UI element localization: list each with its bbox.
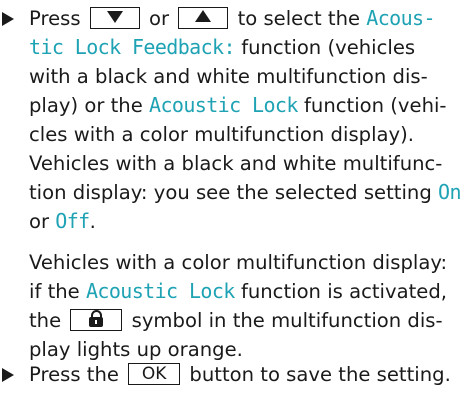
function-name: Acoustic Lock (149, 93, 298, 117)
text: cles with a color multifunction display)… (29, 123, 415, 146)
note-line-1: Vehicles with a color multifunction disp… (29, 248, 447, 277)
arrow-bullet-icon (2, 12, 14, 26)
step1-line-8: or Off. (29, 207, 96, 236)
triangle-up-icon (195, 10, 212, 22)
text: function (vehicles (241, 36, 416, 59)
text: function is activated, (240, 280, 447, 303)
text: symbol in the multifunction dis- (131, 309, 443, 332)
text: Press the (29, 363, 119, 386)
lock-symbol-box (70, 308, 123, 331)
text: tion display: you see the selected setti… (29, 181, 432, 204)
manual-page: Press or to select the Acous- tic Lock F… (0, 0, 465, 395)
text: play lights up orange. (29, 338, 243, 361)
text: to select the (237, 7, 361, 30)
lock-icon (88, 310, 104, 328)
step1-line-3: with a black and white multifunction dis… (29, 62, 428, 91)
step1-line-5: cles with a color multifunction display)… (29, 120, 414, 149)
step1-line-6: Vehicles with a black and white multifun… (29, 149, 442, 178)
step1-line-2: tic Lock Feedback: function (vehicles (29, 33, 415, 62)
text: the (29, 309, 62, 332)
triangle-down-icon (106, 11, 123, 23)
text: Press (29, 7, 81, 30)
text: or (29, 210, 50, 233)
arrow-bullet-icon (2, 368, 14, 382)
step1-line-4: play) or the Acoustic Lock function (veh… (29, 91, 447, 120)
note-line-3: the symbol in the multifunction dis- (29, 306, 443, 335)
text: Vehicles with a color multifunction disp… (29, 251, 448, 274)
ok-key: OK (128, 362, 181, 385)
function-name: tic Lock Feedback: (29, 35, 236, 59)
text: button to save the setting. (189, 363, 451, 386)
text: Vehicles with a black and white multifun… (29, 152, 443, 175)
note-line-2: if the Acoustic Lock function is activat… (29, 277, 447, 306)
text: play) or the (29, 94, 143, 117)
setting-value-on: On (438, 180, 461, 204)
down-key (89, 6, 140, 29)
text: . (89, 210, 96, 233)
up-key (178, 6, 229, 29)
text: if the (29, 280, 80, 303)
setting-value-off: Off (55, 209, 90, 233)
function-name: Acoustic Lock (85, 279, 235, 303)
step1-line-7: tion display: you see the selected setti… (29, 178, 461, 207)
function-name: Acous- (366, 6, 435, 30)
text: or (149, 7, 170, 30)
text: with a black and white multifunction dis… (29, 65, 428, 88)
text: function (vehi- (304, 94, 447, 117)
